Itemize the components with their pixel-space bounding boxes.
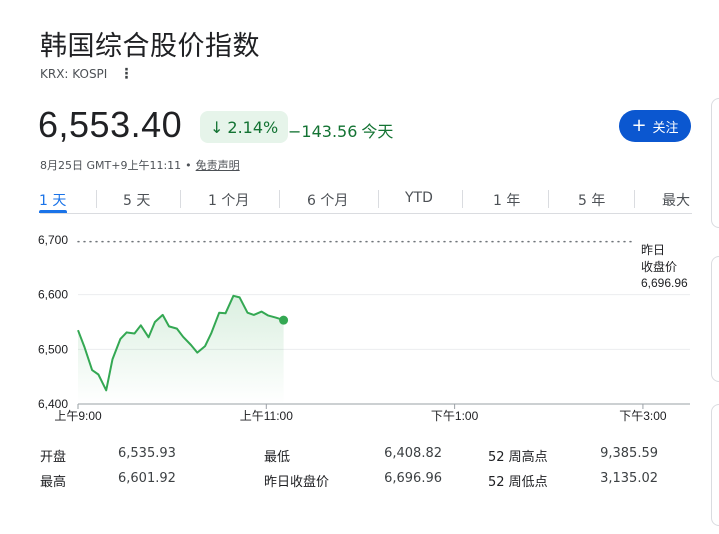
x-tick-label: 下午3:00	[619, 409, 667, 423]
y-tick-label: 6,600	[38, 288, 68, 302]
tab-max[interactable]: 最大	[662, 190, 690, 210]
ticker-row: KRX: KOSPI ⋮	[40, 67, 133, 81]
low-label: 最低	[264, 450, 291, 465]
follow-button[interactable]: + 关注	[619, 110, 691, 142]
tab-5y[interactable]: 5 年	[578, 190, 605, 210]
tab-1d[interactable]: 1 天	[39, 190, 66, 210]
x-tick-label: 下午1:00	[431, 409, 479, 423]
change-percent: 2.14%	[227, 117, 279, 137]
high-label: 最高	[40, 475, 67, 490]
timestamp-row: 8月25日 GMT+9上午11:11 • 免责声明	[40, 157, 240, 173]
x-tick-label: 上午9:00	[54, 409, 102, 423]
tab-ytd[interactable]: YTD	[405, 190, 433, 206]
x-tick-label: 上午11:00	[240, 409, 293, 423]
tab-divider	[96, 190, 97, 208]
side-panel-card	[711, 98, 719, 228]
open-label: 开盘	[40, 450, 67, 465]
range-tabs: 1 天 5 天 1 个月 6 个月 YTD 1 年 5 年 最大	[0, 182, 719, 214]
previous-close-label: 收盘价	[641, 259, 677, 274]
side-panel-card	[711, 256, 719, 382]
high-value: 6,601.92	[118, 471, 176, 486]
52wk-high-label: 52 周高点	[488, 450, 548, 465]
52wk-high-value: 9,385.59	[600, 446, 658, 461]
previous-close-value: 6,696.96	[641, 276, 688, 290]
tab-1m[interactable]: 1 个月	[208, 190, 249, 210]
disclaimer-link[interactable]: 免责声明	[196, 157, 240, 173]
current-price-dot	[279, 315, 289, 325]
separator-dot: •	[185, 158, 192, 172]
more-options-icon[interactable]: ⋮	[119, 67, 133, 81]
tab-5d[interactable]: 5 天	[123, 190, 150, 210]
low-value: 6,408.82	[384, 446, 442, 461]
page-title: 韩国综合股价指数	[40, 31, 260, 62]
change-absolute-row: −143.56 今天	[288, 118, 393, 142]
52wk-low-label: 52 周低点	[488, 475, 548, 490]
tab-divider	[279, 190, 280, 208]
tab-divider	[180, 190, 181, 208]
current-price: 6,553.40	[38, 104, 183, 145]
y-tick-label: 6,500	[38, 342, 68, 356]
52wk-low-value: 3,135.02	[600, 471, 658, 486]
prev-close-label: 昨日收盘价	[264, 475, 330, 490]
tab-divider	[634, 190, 635, 208]
tab-1y[interactable]: 1 年	[493, 190, 520, 210]
ticker-symbol: KRX: KOSPI	[40, 67, 108, 81]
change-period: 今天	[361, 122, 394, 141]
side-panel-card	[711, 404, 719, 526]
price-chart[interactable]: 6,7006,6006,5006,400 上午9:00 上午11:00 下午1:00…	[0, 226, 719, 426]
tab-divider	[378, 190, 379, 208]
change-absolute: −143.56	[288, 122, 358, 141]
timestamp: 8月25日 GMT+9上午11:11	[40, 159, 182, 172]
prev-close-value: 6,696.96	[384, 471, 442, 486]
open-value: 6,535.93	[118, 446, 176, 461]
follow-button-label: 关注	[652, 120, 679, 136]
change-percent-badge: ↓ 2.14%	[200, 111, 289, 143]
arrow-down-icon: ↓	[210, 117, 224, 137]
tab-divider	[462, 190, 463, 208]
tab-divider	[548, 190, 549, 208]
price-area-fill	[78, 295, 284, 404]
y-tick-label: 6,700	[38, 233, 68, 247]
tab-6m[interactable]: 6 个月	[307, 190, 348, 210]
tabs-divider-line	[40, 213, 692, 214]
previous-close-label: 昨日	[641, 243, 665, 257]
plus-icon: +	[631, 115, 647, 136]
